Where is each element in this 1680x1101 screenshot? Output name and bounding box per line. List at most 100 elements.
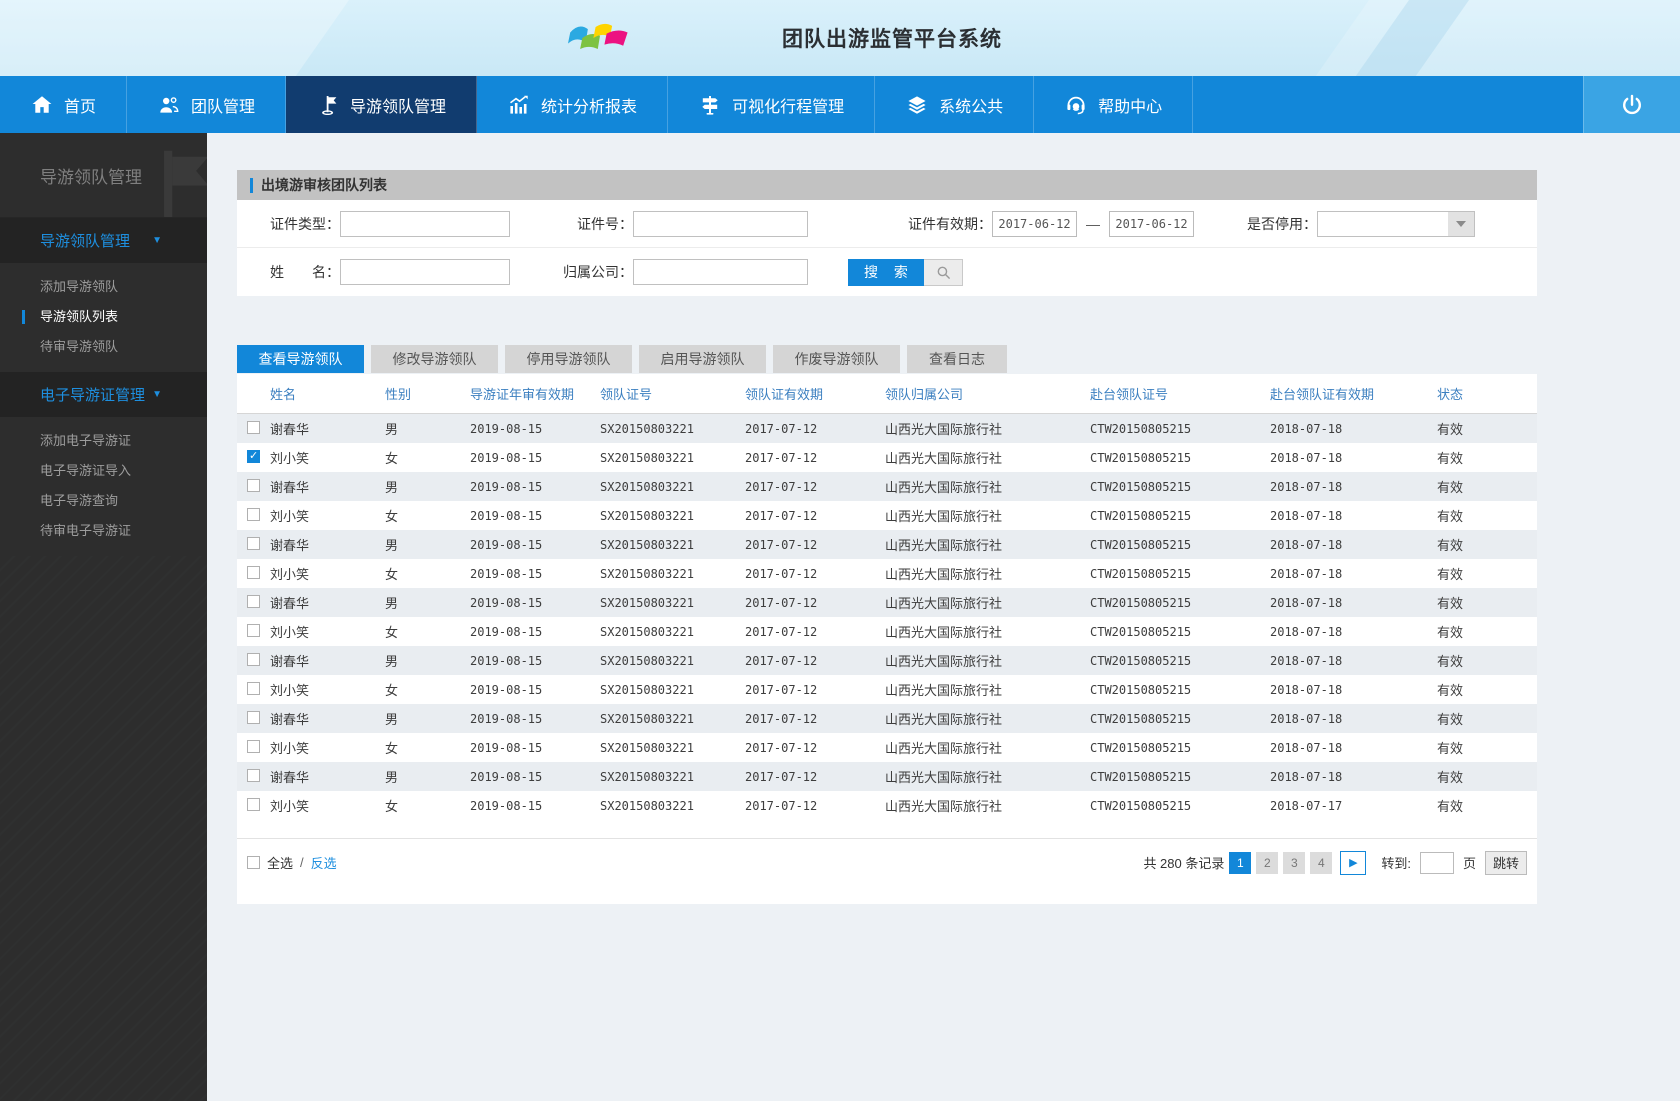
select-all-checkbox[interactable] (247, 856, 260, 869)
nav-item[interactable]: 首页 (0, 76, 128, 133)
table-row[interactable]: 谢春华 男 2019-08-15 SX20150803221 2017-07-1… (237, 472, 1537, 501)
table-row[interactable]: 刘小笑 女 2019-08-15 SX20150803221 2017-07-1… (237, 501, 1537, 530)
nav-item[interactable]: 可视化行程管理 (668, 76, 876, 133)
cell-name: 谢春华 (270, 770, 310, 785)
search-button[interactable]: 搜 索 (848, 258, 924, 286)
nav-item[interactable]: 导游领队管理 (286, 76, 478, 133)
cell-leader-valid: 2017-07-12 (745, 711, 818, 726)
disabled-select[interactable] (1317, 210, 1475, 237)
goto-page-input[interactable] (1419, 851, 1454, 874)
cert-type-input[interactable] (340, 210, 510, 237)
page-button[interactable]: 4 (1310, 851, 1333, 874)
row-checkbox[interactable] (247, 594, 260, 608)
cell-leader-cert: SX20150803221 (600, 653, 694, 668)
search-icon-button[interactable] (924, 258, 963, 286)
cell-company: 山西光大国际旅行社 (885, 625, 1003, 640)
signpost-icon (698, 93, 722, 117)
logout-button[interactable] (1583, 76, 1680, 133)
date-from-input[interactable] (992, 210, 1077, 237)
sidebar-item[interactable]: 电子导游查询 (0, 486, 207, 516)
nav-item[interactable]: 系统公共 (875, 76, 1035, 133)
row-checkbox[interactable] (247, 739, 260, 753)
row-checkbox[interactable] (247, 449, 260, 463)
row-checkbox[interactable] (247, 623, 260, 637)
name-input[interactable] (340, 259, 510, 285)
cell-gender: 女 (385, 625, 399, 640)
cell-taiwan-valid: 2018-07-18 (1270, 537, 1343, 552)
action-tab[interactable]: 停用导游领队 (505, 345, 632, 373)
nav-item[interactable]: 统计分析报表 (477, 76, 669, 133)
date-to-input[interactable] (1109, 210, 1194, 237)
nav-item[interactable]: 帮助中心 (1034, 76, 1194, 133)
sidebar-item[interactable]: 添加导游领队 (0, 272, 207, 302)
table-row[interactable]: 谢春华 男 2019-08-15 SX20150803221 2017-07-1… (237, 704, 1537, 733)
jump-button[interactable]: 跳转 (1485, 850, 1527, 875)
invert-selection-link[interactable]: 反选 (311, 853, 337, 872)
cell-company: 山西光大国际旅行社 (885, 451, 1003, 466)
table-row[interactable]: 谢春华 男 2019-08-15 SX20150803221 2017-07-1… (237, 762, 1537, 791)
table-row[interactable]: 刘小笑 女 2019-08-15 SX20150803221 2017-07-1… (237, 733, 1537, 762)
cell-gender: 男 (385, 596, 399, 611)
table-row[interactable]: 谢春华 男 2019-08-15 SX20150803221 2017-07-1… (237, 530, 1537, 559)
page-button[interactable]: 3 (1283, 851, 1306, 874)
cell-company: 山西光大国际旅行社 (885, 509, 1003, 524)
cell-leader-cert: SX20150803221 (600, 624, 694, 639)
cell-taiwan-valid: 2018-07-18 (1270, 421, 1343, 436)
table-row[interactable]: 谢春华 男 2019-08-15 SX20150803221 2017-07-1… (237, 588, 1537, 617)
table-row[interactable]: 刘小笑 女 2019-08-15 SX20150803221 2017-07-1… (237, 559, 1537, 588)
action-tab[interactable]: 查看导游领队 (237, 345, 364, 373)
row-checkbox[interactable] (247, 710, 260, 724)
action-tab[interactable]: 查看日志 (907, 345, 1007, 373)
table-row[interactable]: 谢春华 男 2019-08-15 SX20150803221 2017-07-1… (237, 646, 1537, 675)
top-banner: 团队出游监管平台系统 (0, 0, 1680, 76)
col-leader-valid: 领队证有效期 (745, 387, 824, 402)
nav-item-label: 导游领队管理 (350, 98, 447, 116)
cell-gender: 男 (385, 712, 399, 727)
cell-taiwan-cert: CTW20150805215 (1090, 769, 1192, 784)
row-checkbox[interactable] (247, 507, 260, 521)
row-checkbox[interactable] (247, 681, 260, 695)
sidebar-item[interactable]: 待审导游领队 (0, 332, 207, 362)
table-row[interactable]: 刘小笑 女 2019-08-15 SX20150803221 2017-07-1… (237, 443, 1537, 472)
row-checkbox[interactable] (247, 420, 260, 434)
company-input[interactable] (633, 259, 808, 285)
sidebar-item[interactable]: 导游领队列表 (0, 302, 207, 332)
cell-taiwan-cert: CTW20150805215 (1090, 624, 1192, 639)
col-status: 状态 (1437, 387, 1464, 402)
next-page-button[interactable]: ▶ (1340, 850, 1367, 875)
cell-leader-valid: 2017-07-12 (745, 682, 818, 697)
cell-taiwan-valid: 2018-07-18 (1270, 740, 1343, 755)
action-tab[interactable]: 启用导游领队 (639, 345, 766, 373)
row-checkbox[interactable] (247, 565, 260, 579)
cell-taiwan-valid: 2018-07-18 (1270, 595, 1343, 610)
cell-taiwan-cert: CTW20150805215 (1090, 682, 1192, 697)
select-all-label[interactable]: 全选 (267, 853, 293, 872)
row-checkbox[interactable] (247, 797, 260, 811)
col-company: 领队归属公司 (885, 387, 964, 402)
sidebar-item[interactable]: 待审电子导游证 (0, 516, 207, 546)
row-checkbox[interactable] (247, 536, 260, 550)
action-tab[interactable]: 修改导游领队 (371, 345, 498, 373)
nav-item-label: 首页 (64, 98, 97, 116)
table-row[interactable]: 谢春华 男 2019-08-15 SX20150803221 2017-07-1… (237, 414, 1537, 443)
table-row[interactable]: 刘小笑 女 2019-08-15 SX20150803221 2017-07-1… (237, 617, 1537, 646)
sidebar-item[interactable]: 添加电子导游证 (0, 426, 207, 456)
row-checkbox[interactable] (247, 652, 260, 666)
row-checkbox[interactable] (247, 478, 260, 492)
page-button[interactable]: 1 (1229, 851, 1252, 874)
nav-item[interactable]: 团队管理 (127, 76, 287, 133)
sidebar-group-e-guide-cert[interactable]: 电子导游证管理 ▼ (0, 372, 207, 417)
table-row[interactable]: 刘小笑 女 2019-08-15 SX20150803221 2017-07-1… (237, 675, 1537, 704)
chevron-down-icon: ▼ (152, 389, 162, 400)
panel-title: 出境游审核团队列表 (261, 177, 387, 193)
cell-taiwan-valid: 2018-07-18 (1270, 682, 1343, 697)
sidebar-item[interactable]: 电子导游证导入 (0, 456, 207, 486)
action-tab[interactable]: 作废导游领队 (773, 345, 900, 373)
table-row[interactable]: 刘小笑 女 2019-08-15 SX20150803221 2017-07-1… (237, 791, 1537, 820)
cell-name: 刘小笑 (270, 683, 310, 698)
sidebar-group-guide-leader[interactable]: 导游领队管理 ▼ (0, 218, 207, 263)
cell-company: 山西光大国际旅行社 (885, 538, 1003, 553)
cert-no-input[interactable] (633, 210, 808, 237)
row-checkbox[interactable] (247, 768, 260, 782)
page-button[interactable]: 2 (1256, 851, 1279, 874)
